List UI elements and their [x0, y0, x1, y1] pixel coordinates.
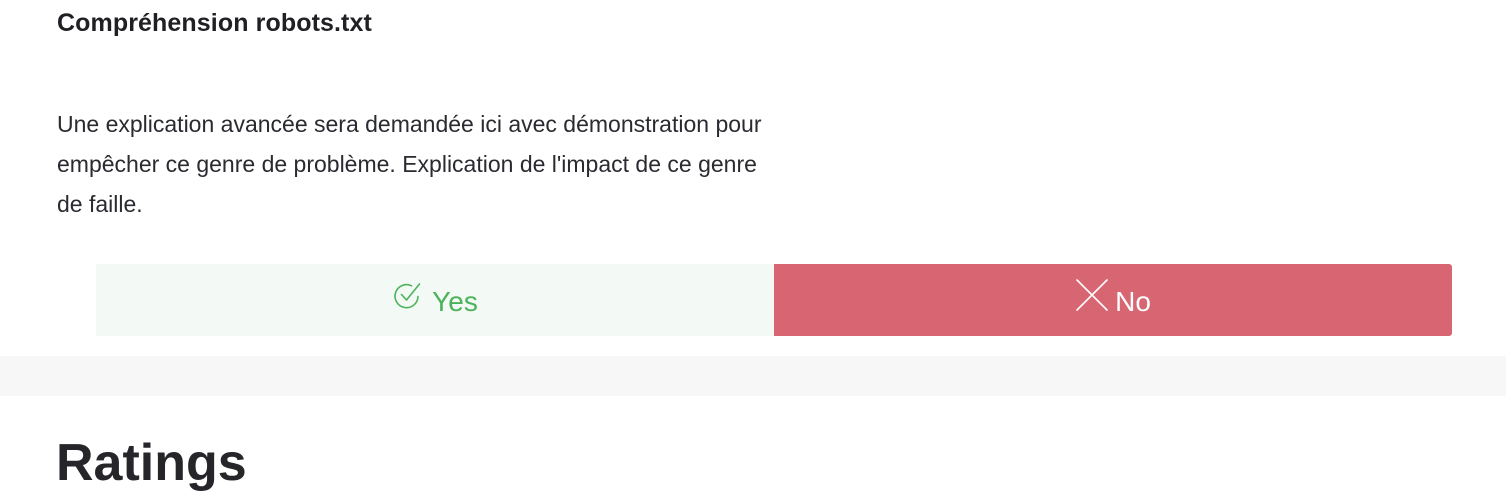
no-button[interactable]: No	[774, 264, 1452, 336]
question-description: Une explication avancée sera demandée ic…	[57, 111, 762, 217]
ratings-heading: Ratings	[56, 434, 247, 492]
no-label: No	[1115, 286, 1151, 317]
page: Compréhension robots.txt Une explication…	[0, 0, 1506, 492]
section-divider	[0, 356, 1506, 396]
yes-label: Yes	[432, 286, 478, 317]
answer-buttons: Yes No	[96, 264, 1452, 336]
check-circle-icon	[392, 278, 426, 312]
question-title: Compréhension robots.txt	[57, 9, 372, 37]
close-icon	[1075, 278, 1109, 312]
yes-button[interactable]: Yes	[96, 264, 774, 336]
